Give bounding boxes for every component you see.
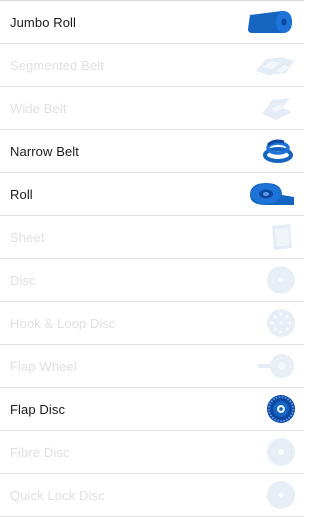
flap-wheel-icon bbox=[246, 348, 296, 384]
list-item-flap-wheel[interactable]: Flap Wheel bbox=[0, 344, 304, 387]
item-label: Hook & Loop Disc bbox=[10, 315, 116, 331]
item-label: Quick Lock Disc bbox=[10, 487, 105, 503]
jumbo-roll-icon bbox=[246, 4, 296, 40]
item-label: Flap Disc bbox=[10, 401, 66, 417]
list-item-roll[interactable]: Roll bbox=[0, 172, 304, 215]
hook-loop-disc-icon bbox=[246, 305, 296, 341]
list-item-jumbo-roll[interactable]: Jumbo Roll bbox=[0, 0, 304, 43]
item-label: Fibre Disc bbox=[10, 444, 70, 460]
disc-icon bbox=[246, 262, 296, 298]
roll-icon bbox=[246, 176, 296, 212]
item-label: Jumbo Roll bbox=[10, 14, 77, 30]
item-label: Sheet bbox=[10, 229, 45, 245]
product-type-list: Jumbo Roll Segmented Belt Wide Belt Narr… bbox=[0, 0, 304, 517]
list-item-flap-disc[interactable]: Flap Disc bbox=[0, 387, 304, 430]
narrow-belt-icon bbox=[246, 133, 296, 169]
list-item-wide-belt[interactable]: Wide Belt bbox=[0, 86, 304, 129]
list-item-hook-loop-disc[interactable]: Hook & Loop Disc bbox=[0, 301, 304, 344]
item-label: Narrow Belt bbox=[10, 143, 80, 159]
item-label: Segmented Belt bbox=[10, 57, 104, 73]
list-item-narrow-belt[interactable]: Narrow Belt bbox=[0, 129, 304, 172]
item-label: Flap Wheel bbox=[10, 358, 77, 374]
flap-disc-icon bbox=[246, 391, 296, 427]
list-item-fibre-disc[interactable]: Fibre Disc bbox=[0, 430, 304, 473]
list-item-sheet[interactable]: Sheet bbox=[0, 215, 304, 258]
segmented-belt-icon bbox=[246, 47, 296, 83]
wide-belt-icon bbox=[246, 90, 296, 126]
item-label: Wide Belt bbox=[10, 100, 67, 116]
sheet-icon bbox=[246, 219, 296, 255]
list-item-segmented-belt[interactable]: Segmented Belt bbox=[0, 43, 304, 86]
fibre-disc-icon bbox=[246, 434, 296, 470]
item-label: Disc bbox=[10, 272, 36, 288]
item-label: Roll bbox=[10, 186, 33, 202]
list-item-quick-lock-disc[interactable]: Quick Lock Disc bbox=[0, 473, 304, 517]
list-item-disc[interactable]: Disc bbox=[0, 258, 304, 301]
quick-lock-disc-icon bbox=[246, 477, 296, 513]
